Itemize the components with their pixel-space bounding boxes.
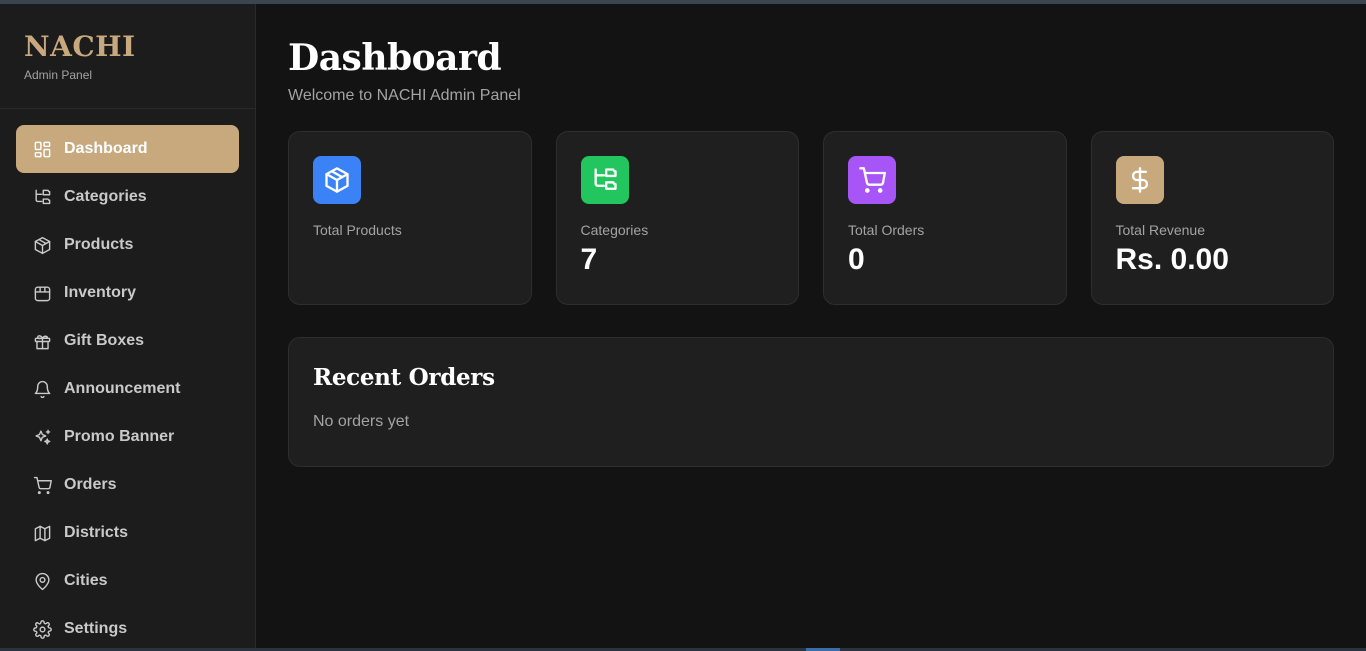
brand: NACHI Admin Panel	[0, 4, 255, 109]
sidebar-item-label: Announcement	[64, 380, 181, 397]
sidebar-item-gift-boxes[interactable]: Gift Boxes	[16, 317, 239, 365]
box-icon	[32, 283, 52, 303]
stat-value: Rs. 0.00	[1115, 243, 1229, 276]
sidebar-item-label: Orders	[64, 476, 117, 493]
page-title: Dashboard	[288, 37, 502, 79]
sparkles-icon	[32, 427, 52, 447]
main-content: Dashboard Welcome to NACHI Admin Panel T…	[288, 4, 1334, 467]
sidebar-item-label: Districts	[64, 524, 129, 541]
sidebar-nav: Dashboard Categories Products Inventory …	[0, 109, 255, 651]
sidebar-item-label: Gift Boxes	[64, 332, 145, 349]
map-icon	[32, 523, 52, 543]
recent-orders-panel: Recent Orders No orders yet	[288, 337, 1334, 467]
sidebar-item-orders[interactable]: Orders	[16, 461, 239, 509]
sidebar-item-label: Inventory	[64, 284, 137, 301]
sidebar-item-label: Products	[64, 236, 134, 253]
sidebar-item-dashboard[interactable]: Dashboard	[16, 125, 239, 173]
cart-icon	[32, 475, 52, 495]
sidebar-item-categories[interactable]: Categories	[16, 173, 239, 221]
folder-tree-icon	[580, 156, 629, 204]
bell-icon	[32, 379, 52, 399]
stat-value: 0	[848, 243, 865, 276]
stat-card-total-products: Total Products	[288, 131, 532, 305]
sidebar-item-products[interactable]: Products	[16, 221, 239, 269]
stats-cards: Total Products Categories 7 Total Orders…	[288, 131, 1334, 305]
cart-icon	[848, 156, 896, 204]
stat-label: Categories	[580, 222, 649, 238]
package-icon	[313, 156, 361, 204]
sidebar-item-inventory[interactable]: Inventory	[16, 269, 239, 317]
stat-label: Total Products	[313, 222, 402, 238]
recent-orders-empty-text: No orders yet	[313, 413, 410, 430]
sidebar-item-label: Dashboard	[64, 140, 148, 157]
page-subtitle: Welcome to NACHI Admin Panel	[288, 87, 521, 104]
sidebar-item-cities[interactable]: Cities	[16, 557, 239, 605]
layout-grid-icon	[32, 139, 52, 159]
brand-title: NACHI	[24, 30, 136, 63]
stat-card-total-revenue: Total Revenue Rs. 0.00	[1090, 131, 1334, 305]
sidebar-item-districts[interactable]: Districts	[16, 509, 239, 557]
gift-icon	[32, 331, 52, 351]
dollar-icon	[1115, 156, 1164, 204]
sidebar-item-label: Cities	[64, 572, 108, 589]
gear-icon	[32, 619, 52, 639]
sidebar-item-promo-banner[interactable]: Promo Banner	[16, 413, 239, 461]
sidebar: NACHI Admin Panel Dashboard Categories P…	[0, 4, 256, 648]
stat-card-categories: Categories 7	[555, 131, 799, 305]
sidebar-item-label: Promo Banner	[64, 428, 175, 445]
folder-tree-icon	[32, 187, 52, 207]
sidebar-item-announcement[interactable]: Announcement	[16, 365, 239, 413]
sidebar-item-label: Settings	[64, 620, 128, 637]
sidebar-item-label: Categories	[64, 188, 147, 205]
sidebar-item-settings[interactable]: Settings	[16, 605, 239, 651]
stat-card-total-orders: Total Orders 0	[823, 131, 1067, 305]
brand-subtitle: Admin Panel	[24, 68, 93, 82]
package-icon	[32, 235, 52, 255]
map-pin-icon	[32, 571, 52, 591]
recent-orders-title: Recent Orders	[313, 364, 495, 391]
stat-label: Total Orders	[848, 222, 925, 238]
stat-value: 7	[580, 243, 598, 276]
stat-label: Total Revenue	[1115, 222, 1206, 238]
